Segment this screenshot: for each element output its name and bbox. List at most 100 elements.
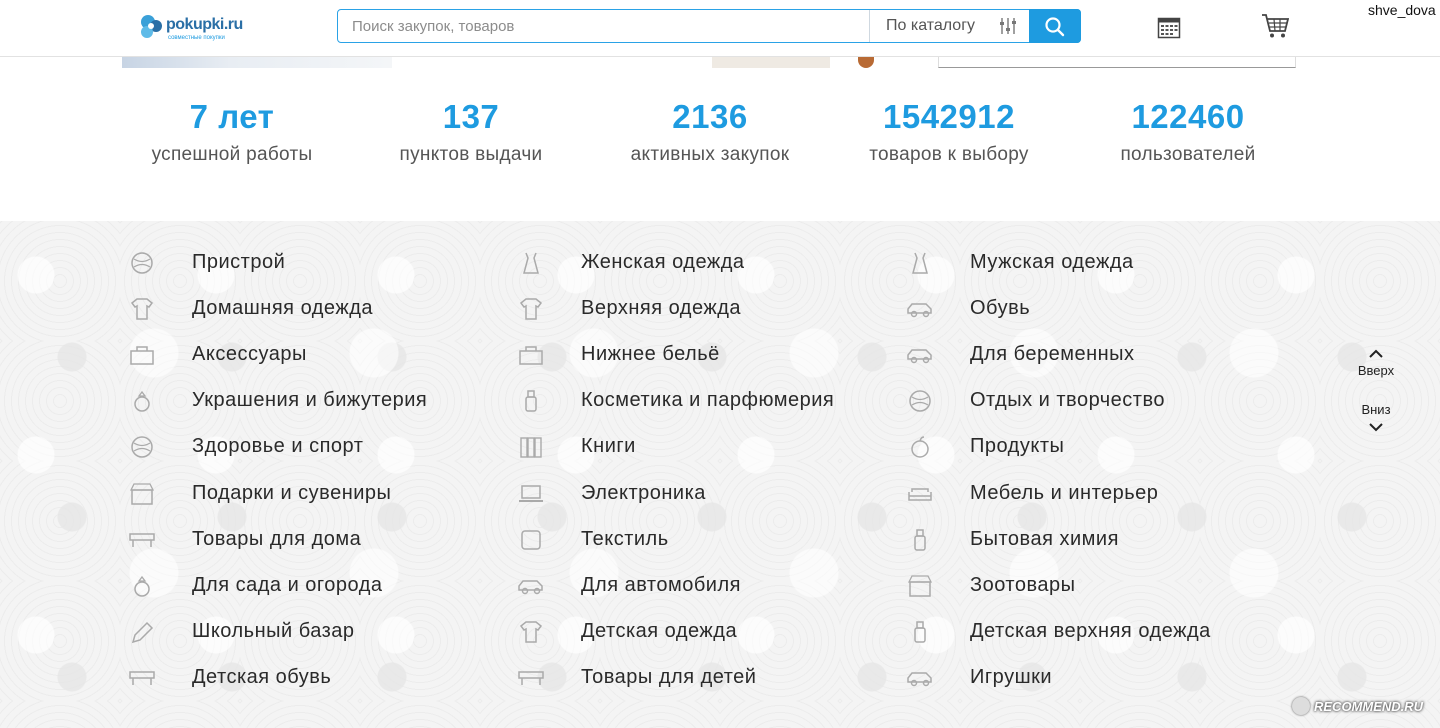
cart-icon[interactable] <box>1261 13 1289 39</box>
category-link[interactable]: Нижнее бельё <box>517 340 857 370</box>
category-link[interactable]: Продукты <box>906 432 1246 462</box>
stat-value: 1542912 <box>883 98 1015 135</box>
scroll-down-button[interactable]: Вниз <box>1350 402 1402 436</box>
category-link[interactable]: Детская обувь <box>128 663 468 693</box>
top-header: pokupki.ru совместные покупки По каталог… <box>0 0 1440 57</box>
baby-carriage-icon <box>907 349 932 364</box>
category-label: Электроника <box>581 482 706 504</box>
category-label: Для автомобиля <box>581 574 741 596</box>
category-label: Женская одежда <box>581 251 745 273</box>
category-label: Отдых и творчество <box>970 389 1165 411</box>
apple-icon <box>911 436 929 458</box>
category-link[interactable]: Текстиль <box>517 525 857 555</box>
percent-gear-icon <box>131 252 153 274</box>
category-label: Детская одежда <box>581 620 738 642</box>
category-link[interactable]: Товары для дома <box>128 525 468 555</box>
catalog-filter-label: По каталогу <box>886 17 976 34</box>
logo-text: pokupki.ru <box>166 16 243 33</box>
category-link[interactable]: Игрушки <box>906 663 1246 693</box>
category-link[interactable]: Пристрой <box>128 248 468 278</box>
category-link[interactable]: Электроника <box>517 479 857 509</box>
category-label: Игрушки <box>970 666 1053 688</box>
category-link[interactable]: Мужская одежда <box>906 248 1246 278</box>
bag-icon <box>130 346 154 365</box>
banner-image-fragment <box>712 56 830 68</box>
catalog-filter-button[interactable]: По каталогу <box>869 10 1029 42</box>
category-grid: Пристрой Домашняя одежда Аксессуары Украшен… <box>0 221 1440 728</box>
search-button[interactable] <box>1029 9 1081 43</box>
rocking-horse-icon <box>907 672 932 687</box>
category-label: Книги <box>581 435 636 457</box>
user-name[interactable]: shve_dova <box>1368 2 1436 18</box>
search-icon <box>1045 17 1065 37</box>
shirt-icon <box>912 252 928 274</box>
category-label: Мужская одежда <box>970 251 1134 273</box>
shelf-icon <box>129 533 155 547</box>
category-link[interactable]: Украшения и бижутерия <box>128 386 468 416</box>
category-link[interactable]: Детская верхняя одежда <box>906 617 1246 647</box>
calendar-icon[interactable] <box>1157 15 1181 39</box>
category-label: Товары для дома <box>192 528 362 550</box>
category-label: Бытовая химия <box>970 528 1119 550</box>
category-link[interactable]: Здоровье и спорт <box>128 432 468 462</box>
category-link[interactable]: Книги <box>517 432 857 462</box>
category-link[interactable]: Подарки и сувениры <box>128 479 468 509</box>
category-link[interactable]: Детская одежда <box>517 617 857 647</box>
category-label: Косметика и парфюмерия <box>581 389 835 411</box>
search-input[interactable] <box>338 10 868 42</box>
category-label: Товары для детей <box>581 666 757 688</box>
category-link[interactable]: Для сада и огорода <box>128 571 468 601</box>
category-link[interactable]: Обувь <box>906 294 1246 324</box>
category-label: Детская обувь <box>192 666 332 688</box>
scroll-up-button[interactable]: Вверх <box>1350 344 1402 378</box>
stat-item: 2136 активных закупок <box>590 96 830 172</box>
search-bar: По каталогу <box>337 9 1081 43</box>
category-link[interactable]: Отдых и творчество <box>906 386 1246 416</box>
category-label: Школьный базар <box>192 620 355 642</box>
flower-pot-icon <box>134 575 150 597</box>
stat-item: 122460 пользователей <box>1068 96 1308 172</box>
category-label: Аксессуары <box>192 343 307 365</box>
category-link[interactable]: Для автомобиля <box>517 571 857 601</box>
stat-label: пользователей <box>1120 144 1256 165</box>
category-link[interactable]: Товары для детей <box>517 663 857 693</box>
category-label: Украшения и бижутерия <box>192 389 428 411</box>
kids-shoes-icon <box>129 671 155 685</box>
category-link[interactable]: Мебель и интерьер <box>906 479 1246 509</box>
dog-icon <box>907 575 933 597</box>
category-link[interactable]: Для беременных <box>906 340 1246 370</box>
watermark: RECOMMEND.RU <box>1292 690 1438 722</box>
category-link[interactable]: Зоотовары <box>906 571 1246 601</box>
watermark-badge-icon <box>1292 697 1310 715</box>
category-label: Детская верхняя одежда <box>970 620 1211 642</box>
stat-label: активных закупок <box>630 144 790 165</box>
stat-item: 7 лет успешной работы <box>112 96 352 172</box>
category-link[interactable]: Косметика и парфюмерия <box>517 386 857 416</box>
scroll-down-label: Вниз <box>1361 402 1391 417</box>
category-link[interactable]: Домашняя одежда <box>128 294 468 324</box>
stat-value: 137 <box>442 98 500 135</box>
category-link[interactable]: Школьный базар <box>128 617 468 647</box>
category-link[interactable]: Женская одежда <box>517 248 857 278</box>
tshirt-icon <box>130 298 154 320</box>
sofa-icon <box>908 488 932 501</box>
category-label: Обувь <box>970 297 1031 319</box>
banner-image-fragment <box>122 56 392 68</box>
category-link[interactable]: Верхняя одежда <box>517 294 857 324</box>
category-label: Пристрой <box>192 251 286 273</box>
category-label: Здоровье и спорт <box>192 435 364 457</box>
jacket-icon <box>519 298 543 320</box>
cosmetics-icon <box>525 390 537 412</box>
category-link[interactable]: Аксессуары <box>128 340 468 370</box>
logo-flower-icon <box>141 15 162 38</box>
filter-sliders-icon <box>1000 18 1016 34</box>
dress-icon <box>523 252 539 274</box>
scroll-up-label: Вверх <box>1357 363 1395 378</box>
site-logo[interactable]: pokupki.ru совместные покупки <box>138 10 248 46</box>
stat-label: пунктов выдачи <box>399 144 543 165</box>
category-label: Мебель и интерьер <box>970 482 1159 504</box>
books-icon <box>520 437 542 458</box>
category-link[interactable]: Бытовая химия <box>906 525 1246 555</box>
bottle-icon <box>914 529 926 551</box>
stats-section: 7 лет успешной работы 137 пунктов выдачи… <box>0 96 1440 186</box>
